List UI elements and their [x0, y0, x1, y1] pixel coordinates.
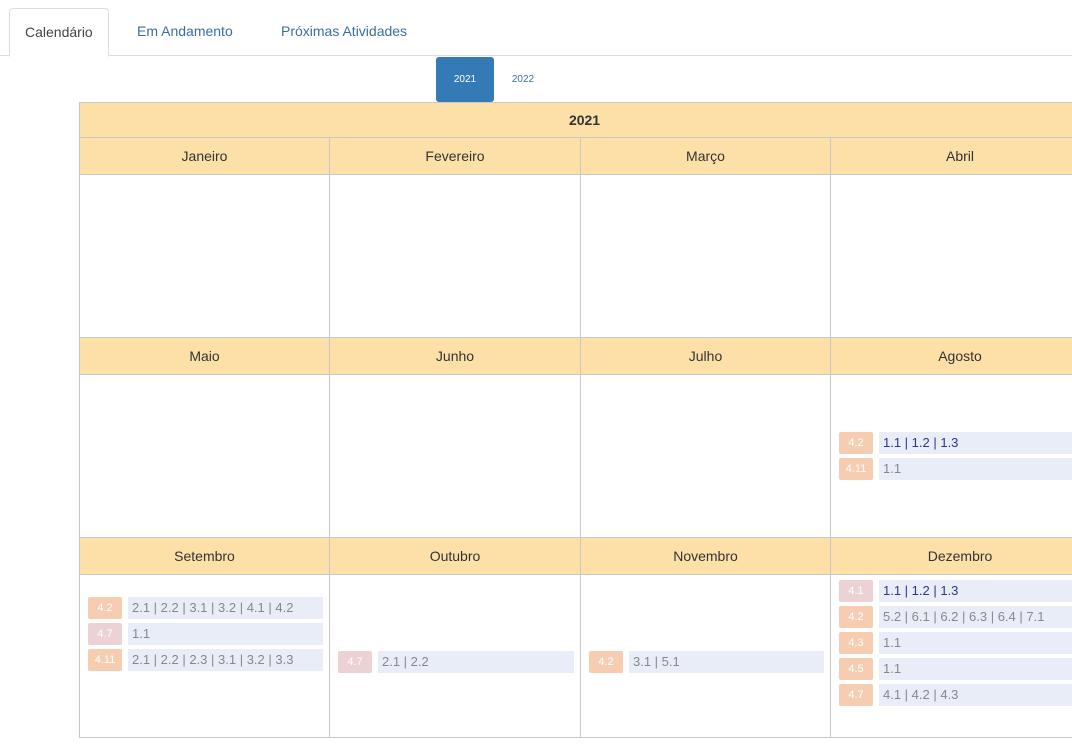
month-header-dezembro: Dezembro [829, 537, 1072, 575]
month-header-novembro: Novembro [580, 537, 831, 575]
month-cell-marco [580, 174, 831, 338]
month-cell-agosto: 4.2 1.1 | 1.2 | 1.3 4.11 1.1 [829, 374, 1072, 538]
month-header-janeiro: Janeiro [79, 137, 330, 175]
month-header-julho: Julho [580, 337, 831, 375]
activity-badge: 4.7 [338, 651, 372, 673]
tab-em-andamento[interactable]: Em Andamento [122, 8, 248, 56]
activity-badge: 4.1 [839, 580, 873, 602]
activity-items: 1.1 [128, 623, 323, 645]
activity-row[interactable]: 4.2 2.1 | 2.2 | 3.1 | 3.2 | 4.1 | 4.2 [88, 597, 323, 619]
activity-badge: 4.2 [839, 432, 873, 454]
month-cell-dezembro: 4.1 1.1 | 1.2 | 1.3 4.2 5.2 | 6.1 | 6.2 | 6… [829, 574, 1072, 738]
calendar-year-title: 2021 [78, 102, 1072, 138]
month-header-marco: Março [580, 137, 831, 175]
activity-badge: 4.5 [839, 658, 873, 680]
activity-items: 3.1 | 5.1 [629, 651, 824, 673]
activity-items: 2.1 | 2.2 | 3.1 | 3.2 | 4.1 | 4.2 [128, 597, 323, 619]
activity-row[interactable]: 4.5 1.1 [839, 658, 1072, 680]
activity-row[interactable]: 4.7 2.1 | 2.2 [338, 651, 574, 673]
activity-row[interactable]: 4.7 1.1 [88, 623, 323, 645]
activity-row[interactable]: 4.11 1.1 [839, 458, 1072, 480]
activity-items: 1.1 | 1.2 | 1.3 [879, 580, 1072, 602]
activity-badge: 4.2 [839, 606, 873, 628]
activity-items: 1.1 [879, 632, 1072, 654]
year-pill-2021[interactable]: 2021 [436, 57, 494, 102]
activity-row[interactable]: 4.7 4.1 | 4.2 | 4.3 [839, 684, 1072, 706]
month-cell-janeiro [79, 174, 330, 338]
activity-badge: 4.7 [88, 623, 122, 645]
activity-row[interactable]: 4.1 1.1 | 1.2 | 1.3 [839, 580, 1072, 602]
month-cell-julho [580, 374, 831, 538]
month-header-outubro: Outubro [329, 537, 581, 575]
activity-items: 1.1 | 1.2 | 1.3 [879, 432, 1072, 454]
activity-badge: 4.2 [589, 651, 623, 673]
month-header-abril: Abril [829, 137, 1072, 175]
month-cell-novembro: 4.2 3.1 | 5.1 [580, 574, 831, 738]
activity-items: 5.2 | 6.1 | 6.2 | 6.3 | 6.4 | 7.1 [879, 606, 1072, 628]
activity-badge: 4.3 [839, 632, 873, 654]
tab-calendario[interactable]: Calendário [9, 8, 109, 57]
activity-badge: 4.7 [839, 684, 873, 706]
activity-badge: 4.2 [88, 597, 122, 619]
activity-items: 1.1 [879, 458, 1072, 480]
activity-row[interactable]: 4.3 1.1 [839, 632, 1072, 654]
activity-row[interactable]: 4.11 2.1 | 2.2 | 2.3 | 3.1 | 3.2 | 3.3 [88, 649, 323, 671]
month-cell-setembro: 4.2 2.1 | 2.2 | 3.1 | 3.2 | 4.1 | 4.2 4.7 1… [79, 574, 330, 738]
year-pill-2022[interactable]: 2022 [494, 57, 552, 102]
activity-items: 1.1 [879, 658, 1072, 680]
month-cell-fevereiro [329, 174, 581, 338]
activity-items: 4.1 | 4.2 | 4.3 [879, 684, 1072, 706]
calendar-table: 2021 Janeiro Fevereiro Março Abril Maio … [78, 102, 1072, 738]
tab-proximas-atividades[interactable]: Próximas Atividades [266, 8, 422, 56]
month-cell-abril [829, 174, 1072, 338]
tab-bar: Calendário Em Andamento Próximas Ativida… [0, 0, 1072, 57]
activity-row[interactable]: 4.2 5.2 | 6.1 | 6.2 | 6.3 | 6.4 | 7.1 [839, 606, 1072, 628]
month-header-junho: Junho [329, 337, 581, 375]
month-header-setembro: Setembro [79, 537, 330, 575]
month-cell-junho [329, 374, 581, 538]
activity-row[interactable]: 4.2 3.1 | 5.1 [589, 651, 824, 673]
month-cell-outubro: 4.7 2.1 | 2.2 [329, 574, 581, 738]
month-header-fevereiro: Fevereiro [329, 137, 581, 175]
month-header-maio: Maio [79, 337, 330, 375]
activity-badge: 4.11 [88, 649, 122, 671]
activity-items: 2.1 | 2.2 | 2.3 | 3.1 | 3.2 | 3.3 [128, 649, 323, 671]
activity-items: 2.1 | 2.2 [378, 651, 574, 673]
activity-badge: 4.11 [839, 458, 873, 480]
month-cell-maio [79, 374, 330, 538]
activity-row[interactable]: 4.2 1.1 | 1.2 | 1.3 [839, 432, 1072, 454]
month-header-agosto: Agosto [829, 337, 1072, 375]
